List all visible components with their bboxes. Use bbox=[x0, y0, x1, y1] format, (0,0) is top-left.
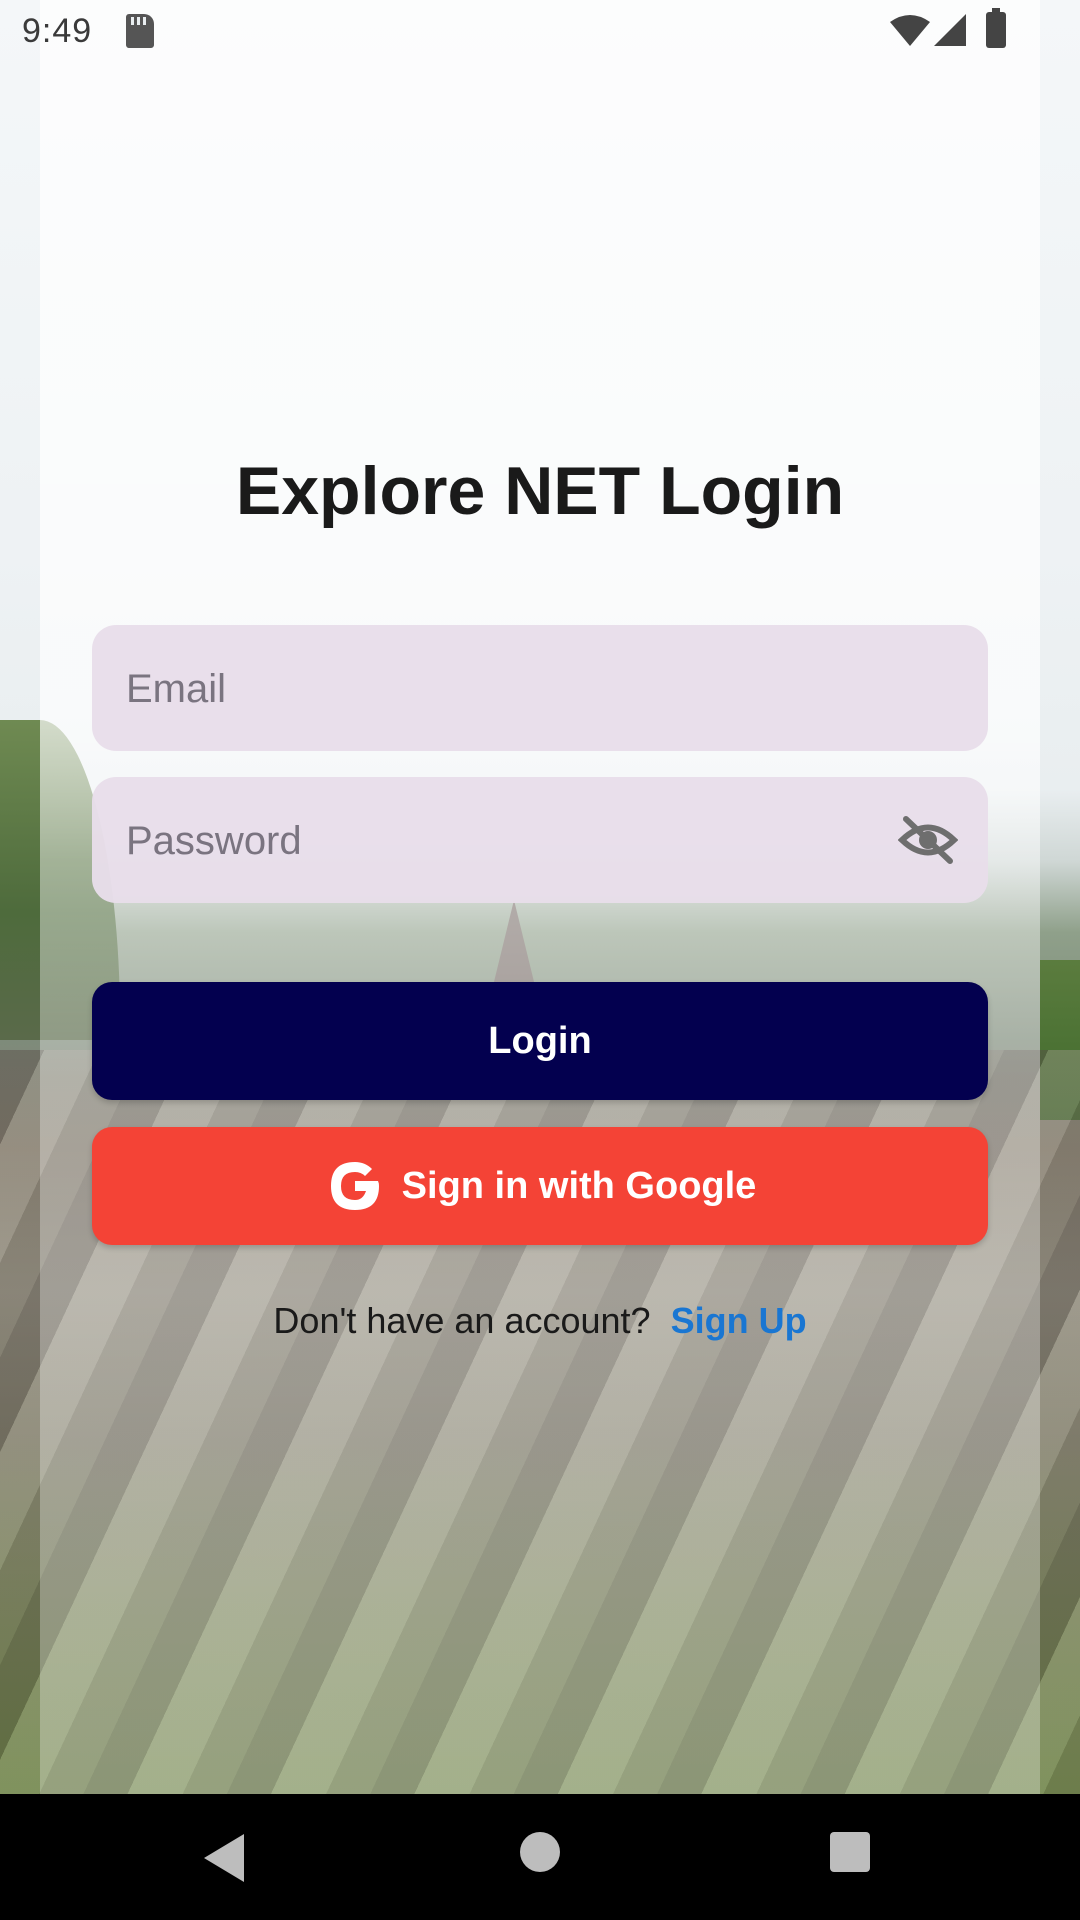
navigation-bar bbox=[0, 1794, 1080, 1920]
email-field[interactable] bbox=[92, 625, 988, 753]
google-g-icon bbox=[330, 1162, 379, 1210]
wifi-icon bbox=[890, 15, 930, 46]
back-icon[interactable] bbox=[204, 1834, 244, 1882]
signup-prompt: Don't have an account? bbox=[273, 1300, 651, 1341]
status-bar: 9:49 bbox=[0, 0, 1080, 63]
signal-icon bbox=[934, 14, 966, 46]
google-signin-button[interactable]: Sign in with Google bbox=[92, 1127, 988, 1245]
password-field[interactable] bbox=[92, 777, 988, 905]
page-title: Explore NET Login bbox=[235, 453, 845, 529]
status-time: 9:49 bbox=[22, 12, 93, 50]
sd-card-icon bbox=[126, 14, 154, 48]
login-button[interactable]: Login bbox=[92, 982, 988, 1100]
password-input[interactable] bbox=[124, 777, 908, 905]
signup-link[interactable]: Sign Up bbox=[671, 1300, 807, 1341]
email-input[interactable] bbox=[124, 625, 908, 753]
recents-icon[interactable] bbox=[830, 1832, 870, 1872]
login-button-label: Login bbox=[488, 1019, 592, 1062]
signup-row: Don't have an account? Sign Up bbox=[0, 1300, 1080, 1342]
google-button-label: Sign in with Google bbox=[401, 1164, 757, 1207]
eye-off-icon[interactable] bbox=[898, 813, 958, 867]
home-icon[interactable] bbox=[520, 1832, 560, 1872]
app-screen: 9:49 Explore NET Login Login Sign in wit… bbox=[0, 0, 1080, 1794]
battery-icon bbox=[986, 8, 1006, 48]
